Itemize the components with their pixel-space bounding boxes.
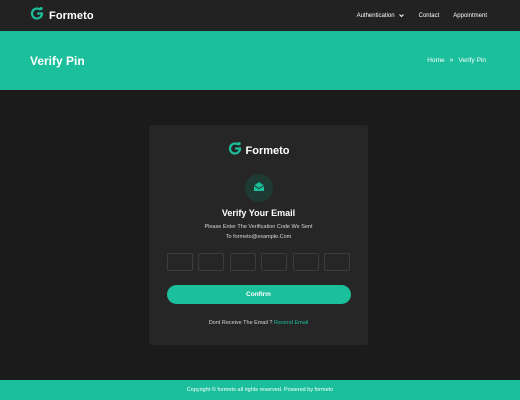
verify-email-address: To formeto@example.Com xyxy=(225,234,292,240)
pin-input-row xyxy=(166,253,351,271)
footer: Copyright © formeto all rights reserved.… xyxy=(0,380,520,400)
formeto-logo-icon xyxy=(30,6,44,25)
confirm-button[interactable]: Confirm xyxy=(166,285,351,304)
breadcrumb-home-link[interactable]: Home xyxy=(427,57,444,64)
nav-item-appointment-label: Appointment xyxy=(453,12,487,19)
card-brand-name: Formeto xyxy=(245,144,290,157)
verify-title: Verify Your Email xyxy=(221,208,296,218)
breadcrumb: Home » Verify Pin xyxy=(427,57,486,64)
envelope-icon-badge xyxy=(244,174,273,202)
resend-prompt: Dont Receive The Email ? xyxy=(208,320,273,326)
envelope-icon xyxy=(253,179,265,197)
nav-item-appointment[interactable]: Appointment xyxy=(453,13,487,19)
pin-digit-3[interactable] xyxy=(229,253,256,271)
breadcrumb-separator-icon: » xyxy=(449,57,454,64)
nav-item-authentication[interactable]: Authentication xyxy=(357,12,405,19)
verify-instructions-line1: Please Enter The Verification Code We Se… xyxy=(204,224,313,230)
nav-item-authentication-label: Authentication xyxy=(356,12,395,19)
nav-links: Authentication Contact Appointment xyxy=(357,12,487,19)
pin-digit-1[interactable] xyxy=(166,253,193,271)
card-brand: Formeto xyxy=(228,141,290,160)
pin-digit-6[interactable] xyxy=(324,253,351,271)
nav-item-contact-label: Contact xyxy=(418,12,440,19)
navbar-brand-name: Formeto xyxy=(49,9,94,22)
verify-instructions: Please Enter The Verification Code We Se… xyxy=(204,222,312,242)
breadcrumb-current: Verify Pin xyxy=(458,57,486,64)
verify-pin-card: Formeto Verify Your Email Please Enter T… xyxy=(149,125,368,345)
top-navbar: Formeto Authentication Contact Appointme… xyxy=(0,0,520,31)
resend-line: Dont Receive The Email ? Resend Email xyxy=(209,320,309,326)
nav-item-contact[interactable]: Contact xyxy=(419,13,440,19)
pin-digit-2[interactable] xyxy=(198,253,225,271)
page-hero-banner: Verify Pin Home » Verify Pin xyxy=(0,31,520,90)
navbar-brand[interactable]: Formeto xyxy=(30,6,94,25)
pin-digit-5[interactable] xyxy=(292,253,319,271)
chevron-down-icon xyxy=(398,12,405,19)
pin-digit-4[interactable] xyxy=(261,253,288,271)
page-title: Verify Pin xyxy=(30,53,85,68)
footer-copyright: Copyright © formeto all rights reserved.… xyxy=(186,387,334,393)
formeto-logo-icon xyxy=(228,141,242,160)
resend-email-link[interactable]: Resend Email xyxy=(274,320,308,326)
